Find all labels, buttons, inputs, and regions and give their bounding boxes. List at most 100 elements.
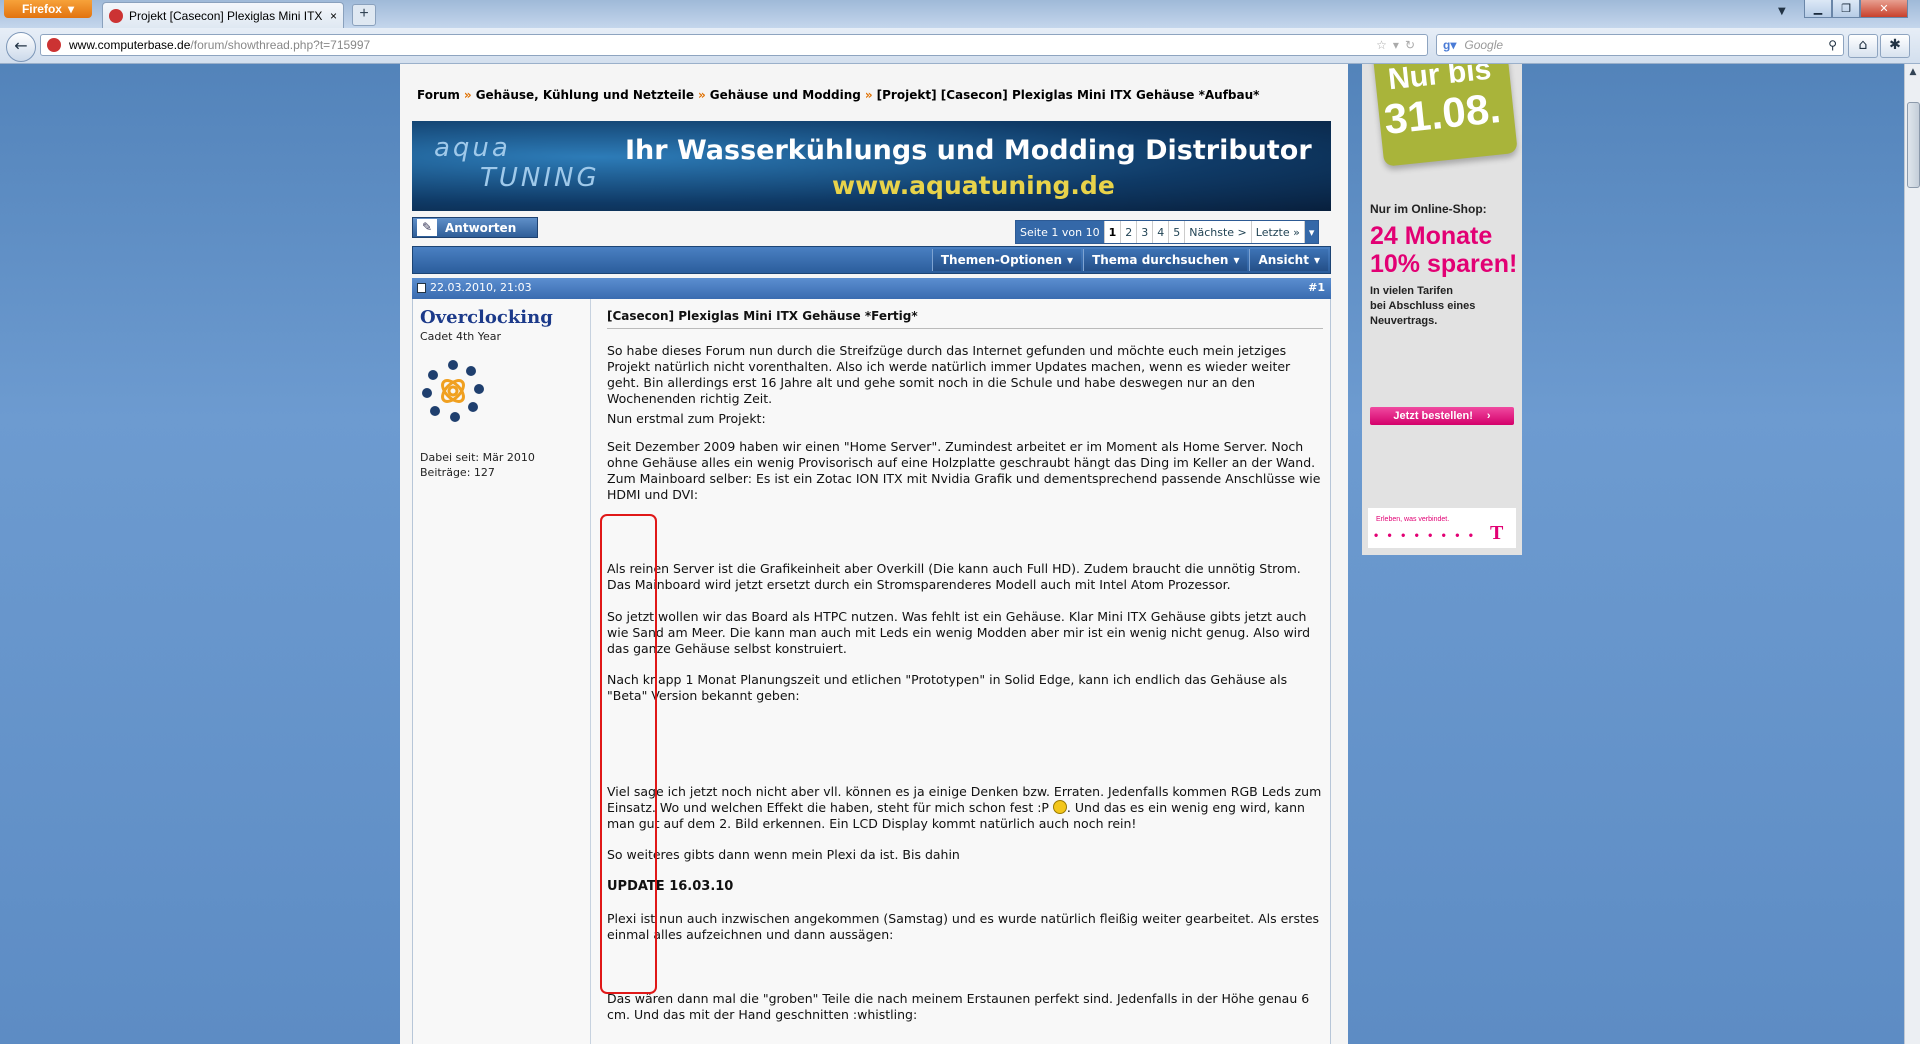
user-post-count: Beiträge: 127	[420, 466, 495, 479]
home-icon: ⌂	[1858, 37, 1868, 53]
thread-toolbar: Themen-Optionen ▾ Thema durchsuchen ▾ Ansi…	[412, 246, 1331, 274]
post-paragraph: So habe dieses Forum nun durch die Strei…	[607, 343, 1291, 406]
ad-line-2: bei Abschluss eines	[1370, 300, 1476, 312]
user-info-column: Overclocking Cadet 4th Year Dabei seit: …	[413, 299, 591, 1044]
search-placeholder: Google	[1464, 38, 1504, 52]
post-paragraph: Nach knapp 1 Monat Planungszeit und etli…	[607, 672, 1288, 703]
url-path: /forum/showthread.php?t=715997	[190, 38, 371, 52]
thread-search-label: Thema durchsuchen	[1092, 253, 1229, 267]
smiley-icon	[1052, 800, 1067, 814]
addon-button[interactable]: ✱	[1880, 34, 1910, 58]
breadcrumb-separator: »	[864, 88, 873, 102]
post-header: 22.03.2010, 21:03 #1	[412, 278, 1331, 299]
page-1: 1	[1105, 221, 1122, 243]
page-label: Seite 1 von 10	[1016, 221, 1105, 243]
post-paragraph: Plexi ist nun auch inzwischen angekommen…	[607, 911, 1320, 942]
breadcrumb-category[interactable]: Gehäuse, Kühlung und Netzteile	[476, 88, 694, 102]
forum-page: Forum» Gehäuse, Kühlung und Netzteile» Geh…	[400, 64, 1348, 1044]
reply-button[interactable]: ✎ Antworten	[412, 217, 538, 238]
chevron-down-icon: ▾	[67, 2, 75, 16]
last-page-link[interactable]: Letzte »	[1252, 221, 1305, 243]
view-label: Ansicht	[1258, 253, 1309, 267]
telekom-t-icon: T	[1490, 522, 1504, 544]
site-identity-icon[interactable]	[47, 38, 61, 52]
aquatuning-banner-ad[interactable]: aqua TUNING Ihr Wasserkühlungs und Moddi…	[412, 121, 1331, 211]
post-paragraph: Als reinen Server ist die Grafikeinheit …	[607, 561, 1301, 592]
banner-logo-bottom: TUNING	[480, 163, 600, 193]
telekom-dots: • • • • • • • •	[1374, 528, 1476, 542]
post-document-icon	[417, 283, 426, 293]
search-bar[interactable]: g▾ Google ⚲	[1436, 34, 1844, 56]
close-icon[interactable]: ×	[330, 9, 337, 23]
thread-search-menu[interactable]: Thema durchsuchen ▾	[1083, 249, 1248, 271]
title-divider	[607, 328, 1323, 329]
thread-options-menu[interactable]: Themen-Optionen ▾	[931, 249, 1082, 271]
user-avatar[interactable]	[421, 359, 485, 425]
post-date: 22.03.2010, 21:03	[430, 281, 532, 294]
ad-slogan: Erleben, was verbindet.	[1376, 516, 1450, 523]
browser-tab[interactable]: Projekt [Casecon] Plexiglas Mini ITX Geh…	[102, 2, 344, 28]
google-engine-icon[interactable]: g▾	[1443, 38, 1456, 52]
new-tab-button[interactable]: +	[352, 4, 376, 26]
breadcrumb-forum[interactable]: Forum	[417, 88, 460, 102]
banner-headline: Ihr Wasserkühlungs und Modding Distribut…	[625, 135, 1312, 166]
post-paragraph: So weiteres gibts dann wenn mein Plexi d…	[607, 847, 960, 862]
banner-logo-top: aqua	[434, 133, 511, 163]
breadcrumb-separator: »	[698, 88, 706, 102]
post-username-link[interactable]: Overclocking	[420, 307, 553, 328]
search-icon[interactable]: ⚲	[1828, 38, 1837, 52]
arrow-left-icon: ←	[14, 36, 28, 55]
user-title: Cadet 4th Year	[420, 330, 502, 343]
telekom-sidebar-ad[interactable]: Nur bis 31.08. Nur im Online-Shop: 24 Mo…	[1362, 64, 1522, 555]
firefox-menu-label: Firefox	[21, 2, 62, 16]
annotation-highlight	[600, 514, 657, 994]
breadcrumb-thread[interactable]: [Projekt] [Casecon] Plexiglas Mini ITX G…	[877, 88, 1260, 102]
view-menu[interactable]: Ansicht ▾	[1249, 249, 1328, 271]
firefox-menu-button[interactable]: Firefox ▾	[4, 0, 92, 18]
post-body: Overclocking Cadet 4th Year Dabei seit: …	[412, 299, 1331, 1044]
scrollbar-thumb[interactable]	[1907, 102, 1920, 188]
ad-order-label: Jetzt bestellen!	[1393, 410, 1473, 422]
breadcrumb-separator: »	[463, 88, 472, 102]
post-paragraph: Viel sage ich jetzt noch nicht aber vll.…	[607, 784, 1323, 832]
page-scrollbar[interactable]: ▲	[1904, 64, 1920, 1044]
breadcrumb-subforum[interactable]: Gehäuse und Modding	[710, 88, 861, 102]
post-paragraph: Das wären dann mal die "groben" Teile di…	[607, 991, 1310, 1022]
thread-options-label: Themen-Optionen	[940, 253, 1063, 267]
minimize-button[interactable]: ▁	[1804, 0, 1832, 18]
site-favicon-icon	[109, 8, 123, 23]
navigation-toolbar: ← www.computerbase.de/forum/showthread.p…	[0, 28, 1920, 64]
url-bar[interactable]: www.computerbase.de/forum/showthread.php…	[40, 34, 1428, 56]
reply-label: Antworten	[445, 220, 517, 235]
ad-line-1: In vielen Tarifen	[1370, 285, 1453, 297]
pagination: Seite 1 von 10 1 2 3 4 5 Nächste > Letzt…	[1015, 220, 1320, 244]
post-paragraph: So jetzt wollen wir das Board als HTPC n…	[607, 609, 1311, 656]
page-2[interactable]: 2	[1121, 221, 1138, 243]
page-jump-chevron-icon[interactable]: ▾	[1304, 221, 1319, 243]
post-number-link[interactable]: #1	[1308, 281, 1325, 294]
home-button[interactable]: ⌂	[1848, 34, 1878, 58]
breadcrumb: Forum» Gehäuse, Kühlung und Netzteile» Geh…	[417, 88, 1259, 102]
ad-order-button[interactable]: Jetzt bestellen! ›	[1370, 407, 1514, 425]
ad-line-3: Neuvertrags.	[1370, 315, 1438, 327]
chevron-down-icon: ▾	[1233, 253, 1240, 267]
tab-title: Projekt [Casecon] Plexiglas Mini ITX Geh…	[129, 8, 324, 23]
post-paragraph: Seit Dezember 2009 haben wir einen "Home…	[607, 439, 1321, 502]
back-button[interactable]: ←	[6, 32, 36, 62]
bookmark-star-icon[interactable]: ☆▾↻	[1376, 38, 1421, 52]
maximize-button[interactable]: ❐	[1832, 0, 1860, 18]
scroll-up-arrow-icon[interactable]: ▲	[1905, 64, 1920, 80]
chevron-down-icon: ▾	[1313, 253, 1320, 267]
tab-list-icon[interactable]: ▼	[1778, 6, 1786, 17]
close-window-button[interactable]: ✕	[1860, 0, 1908, 18]
user-join-date: Dabei seit: Mär 2010	[420, 451, 535, 464]
puzzle-icon: ✱	[1889, 37, 1901, 53]
ad-shop-text: Nur im Online-Shop:	[1370, 202, 1487, 216]
post-paragraph: Nun erstmal zum Projekt:	[607, 411, 766, 426]
page-4[interactable]: 4	[1153, 221, 1170, 243]
next-page-link[interactable]: Nächste >	[1185, 221, 1252, 243]
banner-url: www.aquatuning.de	[832, 171, 1115, 200]
page-5[interactable]: 5	[1169, 221, 1186, 243]
chevron-down-icon: ▾	[1067, 253, 1074, 267]
page-3[interactable]: 3	[1137, 221, 1154, 243]
